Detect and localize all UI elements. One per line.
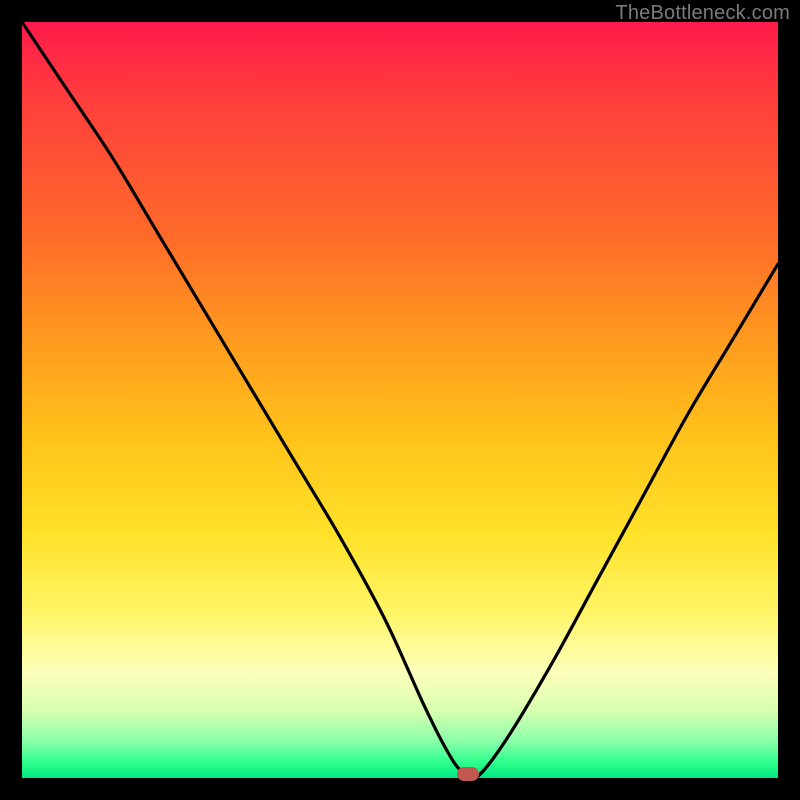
plot-area: [22, 22, 778, 778]
watermark-text: TheBottleneck.com: [615, 2, 790, 25]
optimal-marker: [457, 767, 479, 781]
bottleneck-curve: [22, 22, 778, 778]
chart-frame: TheBottleneck.com: [0, 0, 800, 800]
